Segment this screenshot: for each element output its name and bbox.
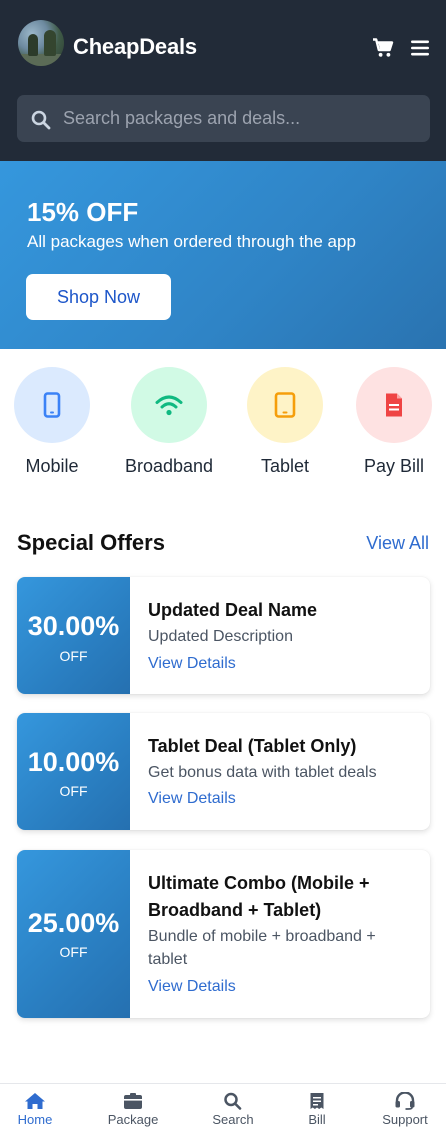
category-label: Pay Bill: [363, 456, 425, 476]
bill-icon: [386, 393, 402, 417]
category-label: Mobile: [25, 456, 79, 476]
nav-label: Search: [212, 1112, 254, 1127]
shop-now-button[interactable]: Shop Now: [26, 274, 171, 320]
app-header: CheapDeals: [0, 0, 446, 161]
search-icon: [224, 1092, 242, 1110]
offer-description: Get bonus data with tablet deals: [148, 764, 377, 781]
nav-bill[interactable]: Bill: [277, 1092, 357, 1127]
package-icon: [124, 1093, 142, 1109]
discount-value: 30.00%: [27, 611, 120, 641]
nav-label: Bill: [308, 1112, 326, 1127]
offer-description: Updated Description: [148, 628, 293, 645]
view-details-link[interactable]: View Details: [148, 978, 236, 996]
nav-support[interactable]: Support: [365, 1092, 445, 1127]
discount-off-label: OFF: [59, 648, 88, 664]
nav-package[interactable]: Package: [93, 1092, 173, 1127]
brand-title: CheapDeals: [73, 34, 197, 59]
category-pay-bill-circle: [356, 367, 432, 443]
offer-title: Updated Deal Name: [148, 600, 318, 620]
offer-title: Tablet Deal (Tablet Only): [148, 736, 357, 756]
discount-off-label: OFF: [59, 944, 88, 960]
offer-description: Bundle of mobile + broadband + tablet: [148, 928, 376, 968]
view-all-link[interactable]: View All: [366, 533, 429, 554]
category-label: Broadband: [124, 456, 214, 476]
wifi-icon: [155, 395, 183, 416]
menu-icon[interactable]: [410, 39, 430, 57]
discount-value: 10.00%: [27, 747, 120, 777]
category-tablet-circle: [247, 367, 323, 443]
category-broadband[interactable]: Broadband: [114, 367, 224, 477]
offer-title: Ultimate Combo (Mobile + Broadband + Tab…: [148, 873, 370, 920]
mobile-icon: [43, 392, 61, 418]
nav-label: Support: [382, 1112, 428, 1127]
category-mobile[interactable]: Mobile: [0, 367, 107, 477]
tablet-icon: [274, 392, 296, 418]
category-pay-bill[interactable]: Pay Bill: [339, 367, 446, 477]
bill-icon: [310, 1093, 324, 1109]
offer-card[interactable]: 10.00% OFF Tablet Deal (Tablet Only) Get…: [17, 713, 430, 830]
discount-block: 30.00% OFF: [17, 577, 130, 694]
category-tablet[interactable]: Tablet: [230, 367, 340, 477]
category-broadband-circle: [131, 367, 207, 443]
headset-icon: [395, 1092, 415, 1110]
avatar[interactable]: [18, 20, 64, 66]
category-label: Tablet: [260, 456, 310, 476]
discount-off-label: OFF: [59, 783, 88, 799]
banner-subtitle: All packages when ordered through the ap…: [27, 232, 356, 251]
category-mobile-circle: [14, 367, 90, 443]
banner-title: 15% OFF: [27, 197, 139, 227]
discount-value: 25.00%: [27, 908, 120, 938]
bottom-nav: Home Package Search Bill Support: [0, 1083, 446, 1132]
discount-block: 25.00% OFF: [17, 850, 130, 1018]
discount-block: 10.00% OFF: [17, 713, 130, 830]
view-details-link[interactable]: View Details: [148, 790, 236, 808]
nav-home[interactable]: Home: [0, 1092, 75, 1127]
nav-search[interactable]: Search: [193, 1092, 273, 1127]
nav-label: Package: [107, 1112, 159, 1127]
cart-icon[interactable]: [372, 38, 394, 58]
promo-banner: 15% OFF All packages when ordered throug…: [0, 161, 446, 349]
offer-card[interactable]: 30.00% OFF Updated Deal Name Updated Des…: [17, 577, 430, 694]
offer-card[interactable]: 25.00% OFF Ultimate Combo (Mobile + Broa…: [17, 850, 430, 1018]
section-title: Special Offers: [17, 530, 165, 555]
nav-label: Home: [17, 1112, 53, 1127]
search-icon: [31, 110, 51, 130]
search-bar: [17, 95, 430, 142]
home-icon: [25, 1093, 45, 1109]
view-details-link[interactable]: View Details: [148, 655, 236, 673]
search-input[interactable]: [63, 95, 418, 142]
